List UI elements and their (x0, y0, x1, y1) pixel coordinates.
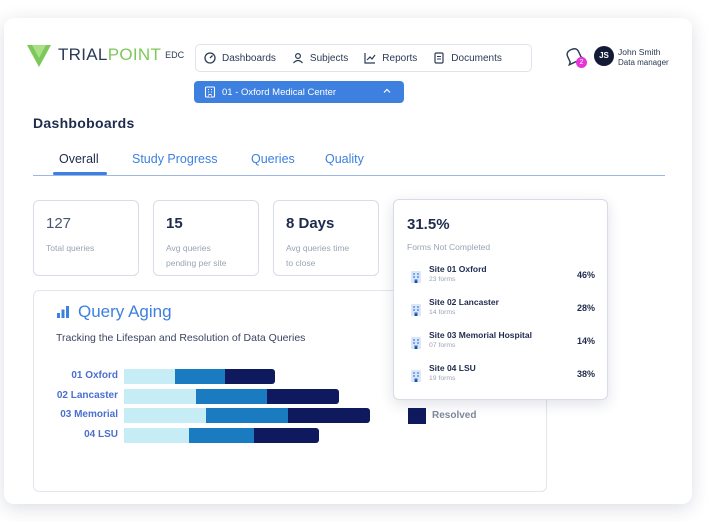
bar-label-memorial: 03 Memorial (60, 409, 118, 420)
user-role: Data manager (618, 58, 669, 67)
legend-swatch-resolved (408, 408, 426, 424)
query-aging-title: Query Aging (56, 302, 172, 322)
site-name: Site 01 Oxford (429, 264, 487, 274)
forms-not-completed-card[interactable]: 31.5% Forms Not Completed Site 01 Oxford… (393, 199, 608, 400)
stat-value: 15 (166, 215, 183, 232)
brand-name: TRIALPOINT (58, 45, 162, 64)
dashboard-tabs: Overall Study Progress Queries Quality (33, 150, 665, 176)
list-item[interactable]: Site 03 Memorial Hospital 07 forms 14% (407, 330, 595, 358)
site-forms: 14 forms (429, 309, 456, 316)
brand-logo[interactable]: TRIALPOINT EDC (26, 42, 184, 68)
stat-label: Avg queries pending per site (166, 243, 227, 268)
bar-segment-memorial-2 (206, 408, 289, 423)
list-item[interactable]: Site 04 LSU 19 forms 38% (407, 363, 595, 391)
bar-segment-lancaster-2 (196, 389, 268, 404)
chevron-up-icon (383, 88, 391, 93)
site-forms: 19 forms (429, 375, 456, 382)
list-item[interactable]: Site 02 Lancaster 14 forms 28% (407, 297, 595, 325)
notification-badge: 2 (576, 57, 587, 68)
forms-not-completed-value: 31.5% (407, 216, 450, 233)
building-icon (411, 337, 421, 349)
site-forms: 07 forms (429, 342, 456, 349)
main-nav: Dashboards Subjects Reports Documents (195, 44, 532, 72)
page-title: Dashboboards (33, 115, 135, 131)
bar-label-lsu: 04 LSU (84, 429, 118, 440)
nav-reports[interactable]: Reports (356, 45, 425, 71)
nav-label: Subjects (309, 52, 349, 64)
nav-label: Reports (382, 52, 418, 64)
tab-overall[interactable]: Overall (59, 152, 99, 166)
site-percent: 46% (576, 270, 595, 280)
active-tab-indicator (53, 172, 107, 175)
bar-segment-lancaster-3 (267, 389, 339, 404)
bar-segment-memorial-3 (288, 408, 370, 423)
stat-value: 127 (46, 215, 72, 232)
bar-segment-oxford-3 (225, 369, 275, 384)
chart-line-icon (364, 53, 376, 64)
user-name: John Smith (618, 47, 661, 57)
logo-mark-icon (27, 45, 51, 67)
bar-segment-lsu-2 (189, 428, 255, 443)
bar-segment-lsu-1 (124, 428, 190, 443)
stat-value: 8 Days (286, 215, 335, 232)
building-icon (411, 370, 421, 382)
site-forms: 23 forms (429, 276, 456, 283)
stat-label: Total queries (46, 243, 95, 253)
bar-label-oxford: 01 Oxford (71, 370, 118, 381)
forms-not-completed-label: Forms Not Completed (407, 242, 491, 252)
bar-segment-oxford-2 (175, 369, 226, 384)
building-icon (204, 86, 216, 98)
query-aging-subtitle: Tracking the Lifespan and Resolution of … (56, 332, 306, 344)
nav-label: Dashboards (222, 52, 276, 64)
site-name: Site 02 Lancaster (429, 297, 499, 307)
site-name: Site 03 Memorial Hospital (429, 330, 532, 340)
bar-segment-oxford-1 (124, 369, 176, 384)
nav-subjects[interactable]: Subjects (284, 45, 356, 71)
site-name: Site 04 LSU (429, 363, 476, 373)
list-item[interactable]: Site 01 Oxford 23 forms 46% (407, 264, 595, 292)
nav-documents[interactable]: Documents (425, 45, 510, 71)
stat-card-total-queries[interactable]: 127 Total queries (33, 200, 139, 276)
brand-suffix: EDC (165, 50, 185, 60)
site-percent: 38% (576, 369, 595, 379)
building-icon (411, 271, 421, 283)
tab-study-progress[interactable]: Study Progress (132, 152, 217, 166)
bar-segment-memorial-1 (124, 408, 207, 423)
nav-label: Documents (451, 52, 502, 64)
tab-quality[interactable]: Quality (325, 152, 364, 166)
nav-dashboards[interactable]: Dashboards (196, 45, 284, 71)
stat-label: Avg queries time to close (286, 243, 350, 268)
gauge-icon (204, 52, 216, 64)
site-percent: 28% (576, 303, 595, 313)
stat-card-avg-pending[interactable]: 15 Avg queries pending per site (153, 200, 259, 276)
site-selector[interactable]: 01 - Oxford Medical Center (194, 81, 404, 103)
site-percent: 14% (576, 336, 595, 346)
bar-chart-icon (57, 306, 69, 318)
stat-card-avg-time[interactable]: 8 Days Avg queries time to close (273, 200, 379, 276)
bar-segment-lsu-3 (254, 428, 319, 443)
tab-queries[interactable]: Queries (251, 152, 295, 166)
bar-label-lancaster: 02 Lancaster (56, 390, 118, 401)
site-selector-value: 01 - Oxford Medical Center (222, 86, 337, 98)
legend-label-resolved: Resolved (432, 410, 477, 421)
building-icon (411, 304, 421, 316)
bar-segment-lancaster-1 (124, 389, 197, 404)
person-icon (292, 52, 303, 64)
document-icon (434, 52, 444, 64)
avatar[interactable]: JS (594, 46, 614, 66)
